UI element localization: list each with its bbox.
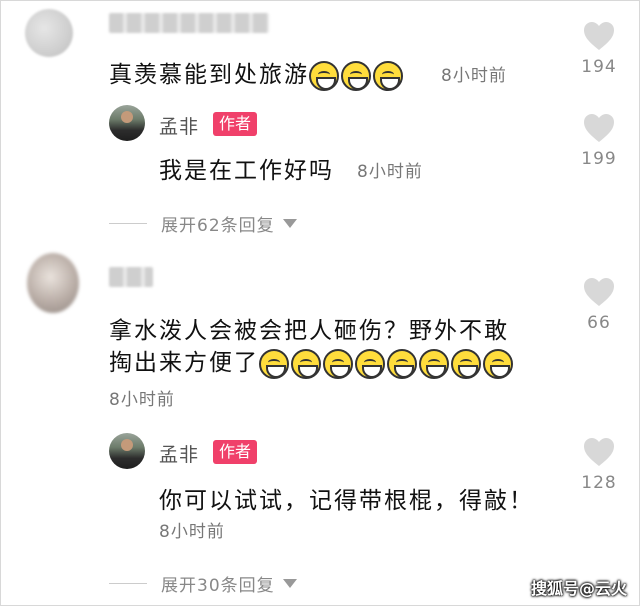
watermark: 搜狐号@云火 [530, 579, 627, 598]
author-avatar[interactable] [109, 105, 145, 141]
user-avatar-blurred[interactable] [25, 9, 73, 57]
grinning-emoji-icon [355, 348, 385, 379]
reply-author-name[interactable]: 孟非 [159, 112, 199, 139]
divider-line [109, 223, 147, 224]
like-button[interactable]: 66 [569, 277, 629, 333]
author-badge: 作者 [213, 112, 258, 136]
comment-time: 8小时前 [441, 66, 507, 86]
reply-text: 我是在工作好吗 [159, 158, 334, 184]
grinning-emoji-icon [373, 60, 403, 91]
heart-icon [584, 278, 614, 306]
grinning-emoji-icon [387, 348, 417, 379]
emoji-row [259, 348, 515, 379]
like-count: 66 [587, 313, 611, 333]
grinning-emoji-icon [451, 348, 481, 379]
grinning-emoji-icon [309, 60, 339, 91]
like-count: 194 [581, 57, 617, 77]
divider-line [109, 583, 147, 584]
expand-replies-button[interactable]: 展开30条回复 [109, 571, 297, 596]
reply-time: 8小时前 [357, 162, 423, 182]
grinning-emoji-icon [323, 348, 353, 379]
like-count: 128 [581, 473, 617, 493]
comment-text-line2: 掏出来方便了 [109, 343, 515, 379]
expand-replies-label: 展开30条回复 [161, 576, 275, 596]
heart-icon [584, 114, 614, 142]
user-avatar-blurred[interactable] [27, 253, 79, 313]
author-badge: 作者 [213, 440, 258, 464]
triangle-down-icon [282, 579, 297, 588]
like-count: 199 [581, 149, 617, 169]
comment-text: 真羡慕能到处旅游 [109, 55, 405, 91]
like-button[interactable]: 128 [569, 437, 629, 493]
heart-icon [584, 22, 614, 50]
reply-text: 你可以试试，记得带根棍，得敲！ [159, 488, 534, 514]
expand-replies-button[interactable]: 展开62条回复 [109, 211, 297, 236]
username-blurred[interactable] [109, 13, 269, 33]
grinning-emoji-icon [483, 348, 513, 379]
grinning-emoji-icon [419, 348, 449, 379]
comment-text-line1: 拿水泼人会被会把人砸伤？野外不敢 [109, 318, 509, 344]
like-button[interactable]: 194 [569, 21, 629, 77]
emoji-row [309, 60, 405, 91]
reply-time: 8小时前 [159, 522, 225, 542]
like-button[interactable]: 199 [569, 113, 629, 169]
grinning-emoji-icon [259, 348, 289, 379]
comment-time: 8小时前 [109, 390, 175, 410]
author-avatar[interactable] [109, 433, 145, 469]
triangle-down-icon [282, 219, 297, 228]
grinning-emoji-icon [291, 348, 321, 379]
expand-replies-label: 展开62条回复 [161, 216, 275, 236]
heart-icon [584, 438, 614, 466]
comment-panel: 真羡慕能到处旅游 8小时前 194 孟非 作者 我是在工作好吗 8小时前 199… [0, 0, 640, 606]
reply-author-name[interactable]: 孟非 [159, 440, 199, 467]
username-blurred[interactable] [109, 267, 153, 287]
grinning-emoji-icon [341, 60, 371, 91]
